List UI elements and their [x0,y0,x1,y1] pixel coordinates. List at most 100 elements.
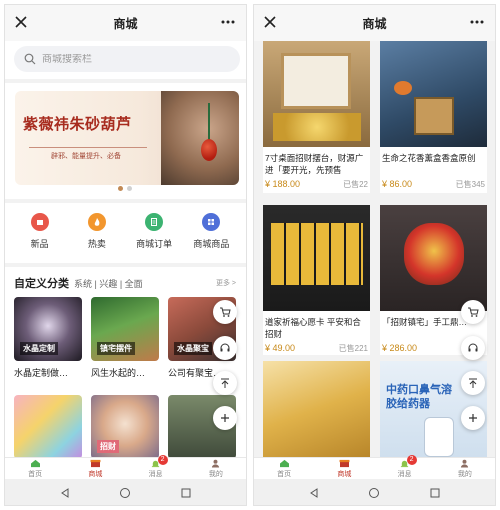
tab-home[interactable]: 首页 [15,458,55,479]
carousel-dot[interactable] [127,186,132,191]
customer-service-button[interactable] [213,336,237,360]
tab-label: 我的 [208,471,223,478]
product-card[interactable] [14,395,82,459]
close-icon[interactable] [262,14,278,30]
add-button[interactable] [213,406,237,430]
order-icon [145,213,164,231]
category-orders[interactable]: 商城订单 [129,213,179,263]
tab-messages[interactable]: 2 消息 [385,455,425,479]
tab-label: 消息 [148,471,163,478]
banner-divider [29,147,147,148]
product-name: 风生水起的… [91,368,146,378]
product-card[interactable]: 生命之花香薰盒香盒原创 ¥ 86.00 已售345 [380,41,487,193]
product-name: 水晶定制做… [14,368,69,378]
search-icon [24,53,36,65]
back-triangle-icon[interactable] [308,487,320,499]
product-price: ¥ 49.00 [265,343,296,353]
product-price: ¥ 86.00 [382,179,413,189]
product-card[interactable]: 水晶定制 水晶定制做… [14,297,82,379]
customer-service-button[interactable] [461,336,485,360]
back-to-top-button[interactable] [461,371,485,395]
back-triangle-icon[interactable] [59,487,71,499]
carousel-dot-active[interactable] [118,186,123,191]
carousel-dots [118,186,132,191]
category-hot[interactable]: 热卖 [72,213,122,263]
orange-image [394,81,412,95]
home-icon [30,459,40,468]
banner-string [208,103,210,141]
user-icon [212,459,220,468]
right-screen: 商城 7寸桌面招财摆台，财源广进「要开光，先预售 ¥ 188.00 已售22 生… [253,4,496,506]
cart-button[interactable] [461,300,485,324]
promo-banner[interactable]: 紫薇祎朱砂葫芦 辟邪、能量提升、必备 [15,91,239,185]
product-card[interactable] [263,361,370,457]
frame-image [281,53,351,109]
category-goods[interactable]: 商城商品 [186,213,236,263]
product-image [380,41,487,147]
search-input[interactable] [42,53,212,65]
product-card[interactable]: 招财 [91,395,159,459]
product-card[interactable]: 7寸桌面招财摆台，财源广进「要开光，先预售 ¥ 188.00 已售22 [263,41,370,193]
system-nav-bar [5,479,246,505]
tab-profile[interactable]: 我的 [196,458,236,479]
product-card[interactable]: 镇宅摆件 风生水起的… [91,297,159,379]
cart-button[interactable] [213,300,237,324]
section-title: 自定义分类 [14,278,69,290]
left-screen: 商城 紫薇祎朱砂葫芦 辟邪、能量提升、必备 新品 热卖 [4,4,247,506]
user-icon [461,459,469,468]
tab-shop[interactable]: 商城 [324,458,364,479]
more-link[interactable]: 更多 > [216,278,236,288]
tab-messages[interactable]: 2 消息 [136,455,176,479]
recents-square-icon[interactable] [180,487,192,499]
cart-icon [468,307,479,317]
tab-label: 消息 [397,471,412,478]
price-row: ¥ 188.00 已售22 [263,176,370,190]
unread-badge: 2 [406,455,417,465]
system-nav-bar [254,479,495,505]
new-icon [30,213,49,231]
grid-icon [202,213,221,231]
home-circle-icon[interactable] [119,487,131,499]
tab-profile[interactable]: 我的 [445,458,485,479]
unread-badge: 2 [157,455,168,465]
product-image: 招财 [91,395,159,459]
product-tag: 水晶定制 [20,342,58,355]
back-to-top-button[interactable] [213,371,237,395]
sold-count: 已售22 [343,180,368,189]
category-label: 商城商品 [193,239,230,249]
add-button[interactable] [461,406,485,430]
category-label: 热卖 [87,239,106,249]
home-circle-icon[interactable] [368,487,380,499]
top-bar: 商城 [5,5,246,41]
more-icon[interactable] [220,14,236,30]
search-box[interactable] [14,46,240,72]
tab-label: 首页 [28,471,43,478]
product-card[interactable]: 「招财镇宅」手工鼎… ¥ 286.00 [380,205,487,355]
section-header: 自定义分类 系统 | 兴趣 | 全面 [14,275,143,291]
headset-icon [468,343,478,352]
recents-square-icon[interactable] [429,487,441,499]
tab-home[interactable]: 首页 [264,458,304,479]
page-title: 商城 [113,16,138,31]
more-icon[interactable] [469,14,485,30]
gold-ingots-image [273,113,361,141]
inhaler-image [424,417,454,457]
product-image [263,361,370,457]
close-icon[interactable] [13,14,29,30]
product-image [263,205,370,311]
section-filters[interactable]: 系统 | 兴趣 | 全面 [74,277,143,290]
product-image: 镇宅摆件 [91,297,159,361]
product-price: ¥ 286.00 [382,343,418,353]
banner-title: 紫薇祎朱砂葫芦 [23,115,132,133]
incense-box-image [414,97,454,135]
category-label: 新品 [30,239,49,249]
product-image [263,41,370,147]
category-new[interactable]: 新品 [15,213,65,263]
product-name: 道家祈福心愿卡 平安和合招财 [265,317,361,339]
banner-product-image [161,91,239,185]
product-card[interactable]: 道家祈福心愿卡 平安和合招财 ¥ 49.00 已售221 [263,205,370,355]
price-row: ¥ 49.00 已售221 [263,340,370,354]
product-image [14,395,82,459]
home-icon [279,459,289,468]
tab-shop[interactable]: 商城 [75,458,115,479]
